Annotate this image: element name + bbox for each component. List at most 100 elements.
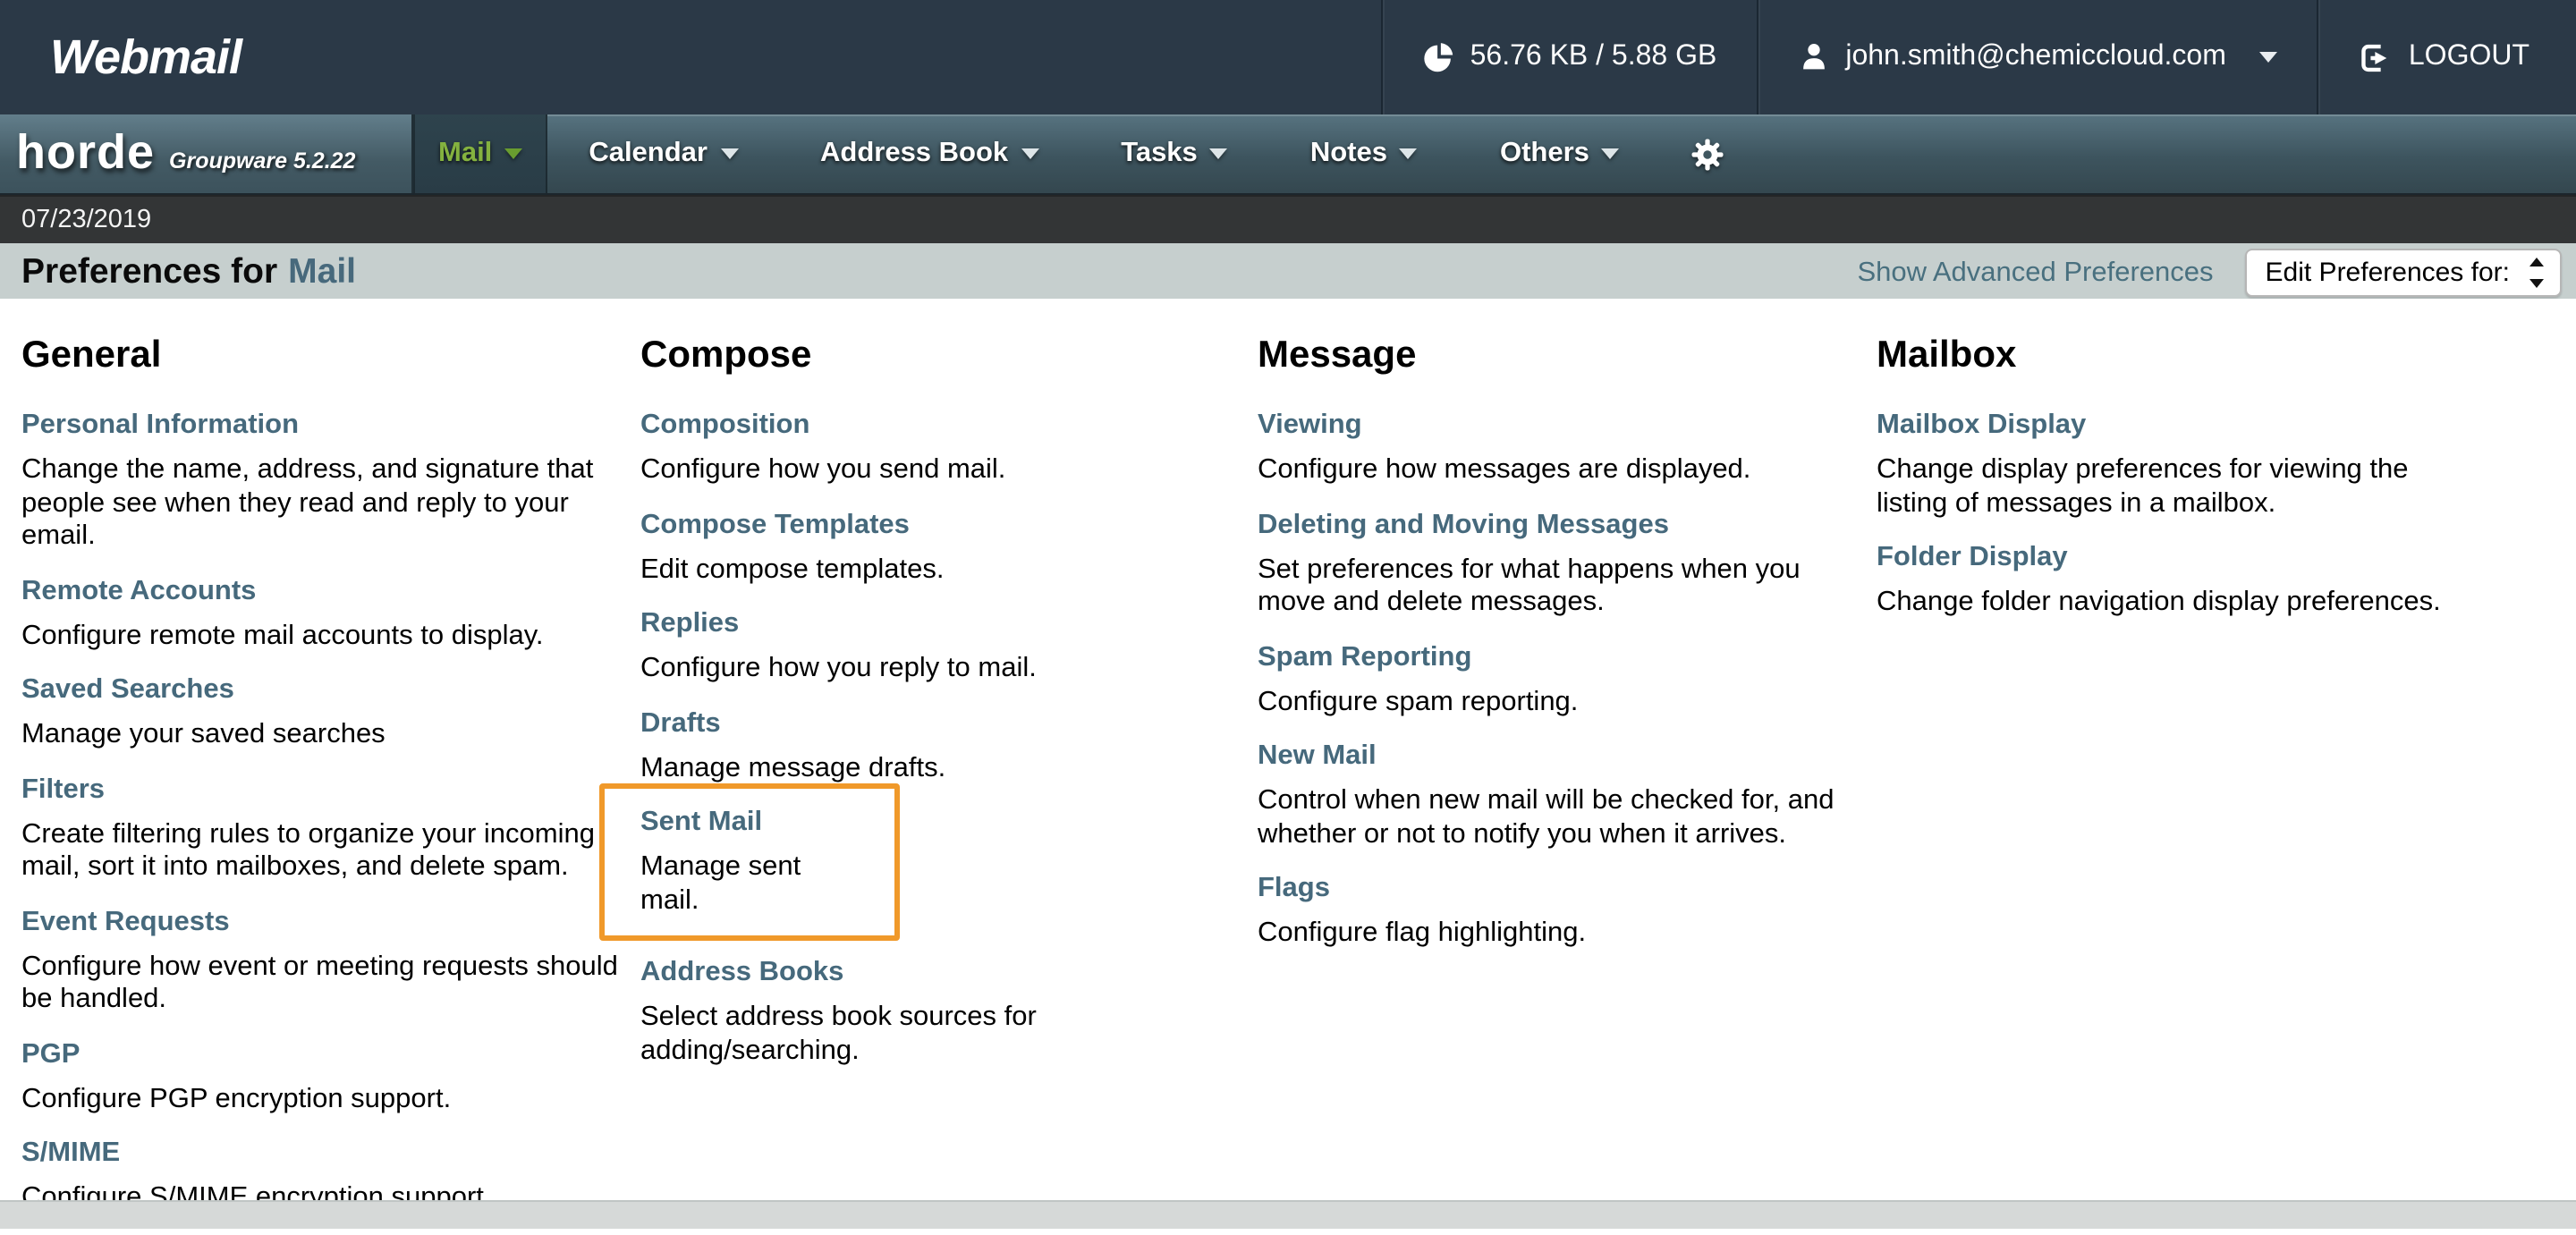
pref-link-personal-information[interactable]: Personal Information: [21, 408, 630, 444]
pref-item: Compose Templates Edit compose templates…: [640, 507, 1249, 587]
pref-link-mailbox-display[interactable]: Mailbox Display: [1877, 408, 2485, 444]
column-mailbox: Mailbox Mailbox Display Change display p…: [1877, 334, 2485, 639]
pref-item: Event Requests Configure how event or me…: [21, 904, 630, 1017]
preferences-header-right: Show Advanced Preferences Edit Preferenc…: [1857, 249, 2562, 297]
page-title: Preferences forMail: [21, 252, 356, 293]
preferences-content: General Personal Information Change the …: [0, 299, 2576, 1202]
chevron-down-icon: [1210, 148, 1228, 159]
column-heading-mailbox: Mailbox: [1877, 334, 2485, 377]
pref-desc: Set preferences for what happens when yo…: [1258, 554, 1866, 620]
date-bar: 07/23/2019: [0, 195, 2576, 243]
person-icon: [1797, 41, 1829, 73]
gear-icon: [1690, 135, 1727, 173]
column-message: Message Viewing Configure how messages a…: [1258, 334, 1866, 970]
pref-desc: Configure how event or meeting requests …: [21, 951, 630, 1017]
tab-others[interactable]: Others: [1459, 114, 1661, 193]
chevron-down-icon: [1400, 148, 1418, 159]
pref-link-sent-mail[interactable]: Sent Mail: [640, 805, 862, 841]
logout-icon: [2359, 40, 2393, 74]
edit-preferences-for-select[interactable]: Edit Preferences for:: [2246, 249, 2562, 297]
pref-item: Replies Configure how you reply to mail.: [640, 606, 1249, 686]
horde-navbar: horde Groupware 5.2.22 Mail Calendar Add…: [0, 114, 2576, 195]
pref-link-replies[interactable]: Replies: [640, 606, 1249, 642]
pref-item: Spam Reporting Configure spam reporting.: [1258, 639, 1866, 719]
column-compose: Compose Composition Configure how you se…: [640, 334, 1249, 1087]
horde-version-text: Groupware 5.2.22: [169, 148, 355, 173]
horde-logo-text: horde: [16, 114, 155, 190]
user-email: john.smith@chemiccloud.com: [1845, 41, 2226, 73]
pref-link-deleting-and-moving-messages[interactable]: Deleting and Moving Messages: [1258, 507, 1866, 543]
tab-calendar[interactable]: Calendar: [547, 114, 779, 193]
quota-section: 56.76 KB / 5.88 GB: [1381, 0, 1757, 114]
column-general: General Personal Information Change the …: [21, 334, 630, 1235]
tab-tasks[interactable]: Tasks: [1080, 114, 1269, 193]
pref-item: PGP Configure PGP encryption support.: [21, 1036, 630, 1116]
pref-item: Remote Accounts Configure remote mail ac…: [21, 573, 630, 653]
preferences-header: Preferences forMail Show Advanced Prefer…: [0, 243, 2576, 302]
tab-calendar-label: Calendar: [589, 138, 708, 170]
pref-link-compose-templates[interactable]: Compose Templates: [640, 507, 1249, 543]
pref-link-spam-reporting[interactable]: Spam Reporting: [1258, 639, 1866, 675]
pref-link-viewing[interactable]: Viewing: [1258, 408, 1866, 444]
edit-preferences-for-label: Edit Preferences for:: [2266, 258, 2510, 288]
pref-desc: Configure how you reply to mail.: [640, 653, 1249, 686]
pref-link-drafts[interactable]: Drafts: [640, 706, 1249, 741]
pref-link-flags[interactable]: Flags: [1258, 871, 1866, 907]
pref-desc: Control when new mail will be checked fo…: [1258, 785, 1866, 851]
pref-item: Composition Configure how you send mail.: [640, 408, 1249, 487]
settings-gear-button[interactable]: [1661, 114, 1756, 193]
pref-desc: Change display preferences for viewing t…: [1877, 454, 2485, 520]
pref-link-address-books[interactable]: Address Books: [640, 955, 1249, 991]
pref-link-composition[interactable]: Composition: [640, 408, 1249, 444]
pref-link-event-requests[interactable]: Event Requests: [21, 904, 630, 940]
footer-strip: [0, 1200, 2576, 1229]
pref-desc: Create filtering rules to organize your …: [21, 818, 630, 884]
tab-mail[interactable]: Mail: [413, 114, 547, 193]
pref-desc: Change folder navigation display prefere…: [1877, 587, 2485, 620]
pref-desc: Manage sent mail.: [640, 851, 862, 918]
show-advanced-preferences-link[interactable]: Show Advanced Preferences: [1857, 257, 2213, 289]
select-arrows-icon: [2528, 258, 2546, 288]
pref-item: New Mail Control when new mail will be c…: [1258, 739, 1866, 851]
webmail-logo: Webmail: [0, 0, 242, 114]
pref-desc: Manage message drafts.: [640, 752, 1249, 785]
pref-link-new-mail[interactable]: New Mail: [1258, 739, 1866, 774]
pref-item: Mailbox Display Change display preferenc…: [1877, 408, 2485, 520]
pref-item: Saved Searches Manage your saved searche…: [21, 672, 630, 752]
pref-desc: Select address book sources for adding/s…: [640, 1002, 1249, 1068]
column-heading-general: General: [21, 334, 630, 377]
logout-label: LOGOUT: [2409, 41, 2529, 73]
pref-desc: Change the name, address, and signature …: [21, 454, 630, 554]
user-menu[interactable]: john.smith@chemiccloud.com: [1756, 0, 2318, 114]
pref-link-filters[interactable]: Filters: [21, 772, 630, 808]
tab-notes[interactable]: Notes: [1269, 114, 1459, 193]
pref-link-saved-searches[interactable]: Saved Searches: [21, 672, 630, 708]
pref-desc: Configure flag highlighting.: [1258, 918, 1866, 951]
pref-desc: Configure how you send mail.: [640, 454, 1249, 487]
column-heading-compose: Compose: [640, 334, 1249, 377]
tab-others-label: Others: [1500, 138, 1589, 170]
tab-notes-label: Notes: [1310, 138, 1387, 170]
pref-item: Folder Display Change folder navigation …: [1877, 540, 2485, 620]
webmail-app: Webmail 56.76 KB / 5.88 GB: [0, 0, 2576, 1229]
pref-item: Address Books Select address book source…: [640, 955, 1249, 1068]
logout-button[interactable]: LOGOUT: [2318, 0, 2576, 114]
current-date: 07/23/2019: [21, 206, 151, 234]
pref-link-remote-accounts[interactable]: Remote Accounts: [21, 573, 630, 609]
highlight-box-sent-mail: Sent Mail Manage sent mail.: [599, 783, 900, 941]
pref-link-pgp[interactable]: PGP: [21, 1036, 630, 1072]
page-title-app: Mail: [288, 252, 356, 292]
pref-desc: Configure how messages are displayed.: [1258, 454, 1866, 487]
pref-desc: Configure remote mail accounts to displa…: [21, 620, 630, 653]
tab-address-book[interactable]: Address Book: [779, 114, 1080, 193]
pref-item: Flags Configure flag highlighting.: [1258, 871, 1866, 951]
pref-desc: Configure spam reporting.: [1258, 686, 1866, 719]
chevron-down-icon: [720, 148, 738, 159]
horde-logo[interactable]: horde Groupware 5.2.22: [0, 114, 413, 193]
pref-link-folder-display[interactable]: Folder Display: [1877, 540, 2485, 576]
pref-link-smime[interactable]: S/MIME: [21, 1136, 630, 1172]
chevron-down-icon: [1021, 148, 1038, 159]
quota-pie-chart-icon: [1422, 41, 1454, 73]
chevron-down-icon: [504, 148, 522, 159]
tab-address-book-label: Address Book: [820, 138, 1008, 170]
